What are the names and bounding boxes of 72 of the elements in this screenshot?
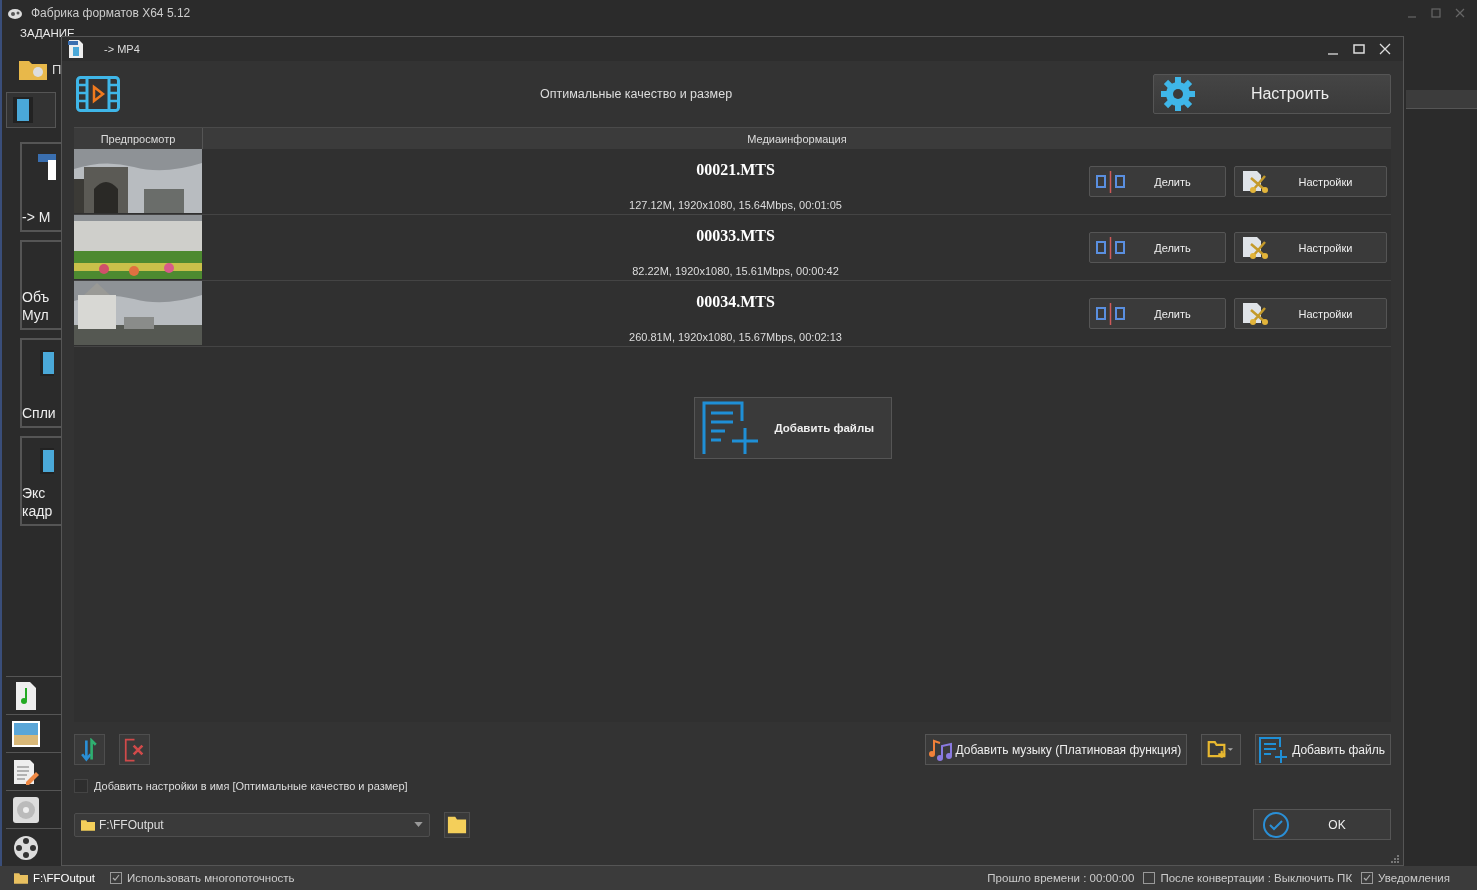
menu-item[interactable]: ЗАДАНИЕ — [20, 26, 75, 40]
clear-list-icon — [124, 737, 145, 762]
split-button[interactable]: Делить — [1089, 298, 1226, 329]
film-icon — [40, 448, 54, 474]
checkbox-label: Добавить настройки в имя [Оптимальные качество и размер] — [94, 780, 408, 792]
film-icon — [40, 350, 54, 376]
split-icon — [1096, 169, 1126, 194]
film-icon — [13, 97, 33, 123]
video-film-icon — [76, 76, 120, 112]
file-name: 00034.MTS — [696, 293, 775, 311]
folder-icon — [81, 818, 95, 831]
elapsed-time: Прошло времени : 00:00:00 — [987, 872, 1135, 884]
document-scissors-icon — [1241, 235, 1271, 260]
checkbox-label: Использовать многопоточность — [127, 872, 295, 884]
task-label: Объ — [22, 288, 51, 306]
resize-grip-icon[interactable] — [1389, 853, 1399, 863]
folder-icon — [447, 814, 467, 835]
task-label: Мул — [22, 306, 50, 324]
toolbar-label: П — [52, 61, 62, 77]
sort-button[interactable] — [74, 734, 105, 765]
dropdown-arrow-icon — [414, 822, 423, 827]
split-button[interactable]: Делить — [1089, 232, 1226, 263]
mp4-file-icon — [38, 154, 58, 180]
settings-button[interactable]: Настройки — [1234, 298, 1387, 329]
document-pencil-icon — [12, 757, 40, 786]
remove-all-button[interactable] — [119, 734, 150, 765]
document-scissors-icon — [1241, 301, 1271, 326]
settings-button[interactable]: Настройки — [1234, 166, 1387, 197]
media-info: 127.12M, 1920x1080, 15.64Mbps, 00:01:05 — [629, 199, 842, 211]
category-tab[interactable] — [6, 92, 56, 128]
window-title: Фабрика форматов X64 5.12 — [31, 6, 191, 20]
browse-folder-button[interactable] — [444, 811, 470, 838]
checkbox-label: После конвертации : Выключить ПК — [1160, 872, 1353, 884]
output-path: F:\FFOutput — [33, 872, 95, 884]
add-music-button[interactable]: Добавить музыку (Платиновая функция) — [924, 734, 1188, 765]
split-icon — [1096, 301, 1126, 326]
ok-button[interactable]: OK — [1253, 809, 1391, 840]
add-list-icon — [1258, 735, 1289, 764]
task-label: Экс — [22, 484, 47, 502]
column-header: Медиаинформация — [746, 131, 848, 147]
media-info: 82.22M, 1920x1080, 15.61Mbps, 00:00:42 — [632, 265, 839, 277]
check-circle-icon — [1262, 810, 1290, 839]
checkbox-label: Уведомления — [1378, 872, 1450, 884]
app-logo-icon — [7, 6, 23, 20]
settings-button[interactable]: Настройки — [1234, 232, 1387, 263]
task-label: -> M — [22, 208, 52, 226]
file-name: 00033.MTS — [696, 227, 775, 245]
music-notes-icon — [927, 737, 954, 762]
task-label: Спли — [22, 404, 57, 422]
task-label: кадр — [22, 502, 54, 520]
film-reel-icon — [12, 833, 40, 862]
mp4-file-icon — [68, 40, 84, 58]
checkbox[interactable] — [1143, 872, 1156, 884]
checkbox[interactable] — [1361, 872, 1374, 884]
profile-name: Оптимальные качество и размер — [540, 87, 733, 101]
document-scissors-icon — [1241, 169, 1271, 194]
checkbox[interactable] — [110, 872, 122, 884]
configure-button[interactable]: Настроить — [1153, 74, 1391, 114]
split-icon — [1096, 235, 1126, 260]
dialog-title: -> MP4 — [104, 43, 140, 55]
output-folder-dropdown[interactable]: F:\FFOutput — [74, 812, 430, 837]
file-name: 00021.MTS — [696, 161, 775, 179]
panel-strip — [1406, 90, 1477, 109]
media-info: 260.81M, 1920x1080, 15.67Mbps, 00:02:13 — [629, 331, 842, 343]
add-folder-button[interactable] — [1201, 734, 1242, 765]
add-list-icon — [700, 400, 759, 456]
landscape-icon — [12, 719, 40, 748]
split-button[interactable]: Делить — [1089, 166, 1226, 197]
gear-icon — [1160, 76, 1196, 112]
add-files-button[interactable]: Добавить файлы — [693, 397, 892, 459]
add-files-button[interactable]: Добавить файль — [1255, 734, 1391, 765]
folder-icon — [14, 872, 28, 884]
